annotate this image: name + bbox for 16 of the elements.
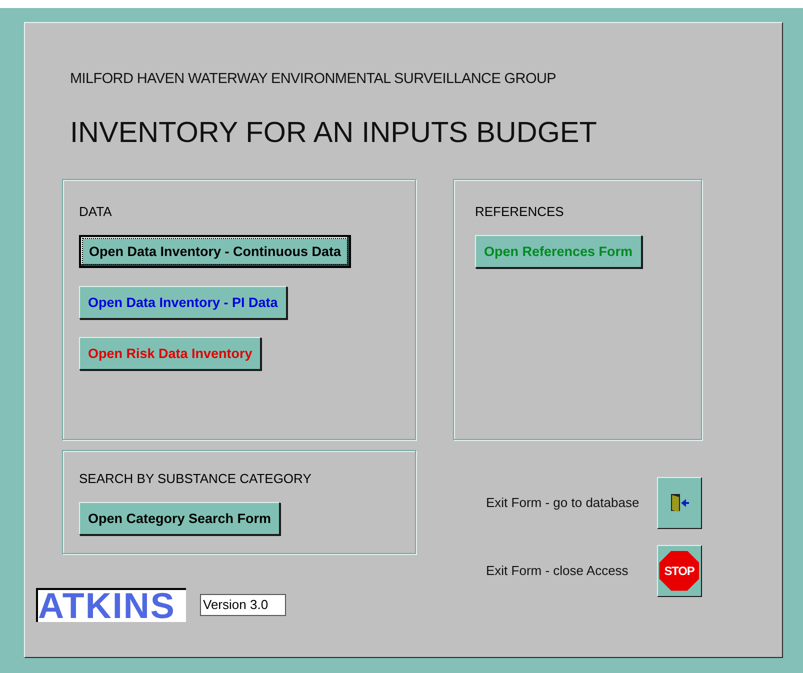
- exit-label: Exit Form - close Access: [486, 562, 630, 580]
- open-form-button[interactable]: Open Category Search Form: [79, 502, 280, 536]
- exit-label: Exit Form - go to database: [486, 494, 640, 512]
- exit-button[interactable]: [656, 476, 702, 529]
- organisation-name: MILFORD HAVEN WATERWAY ENVIRONMENTAL SURVEILLANCE GROUP: [70, 70, 557, 89]
- open-form-button[interactable]: Open Data Inventory - Continuous Data: [79, 235, 352, 268]
- section-heading: SEARCH BY SUBSTANCE CATEGORY: [79, 470, 312, 488]
- door-arrow-icon: [668, 492, 690, 514]
- exit-button[interactable]: STOP: [656, 544, 702, 597]
- company-logo: ATKINS: [36, 588, 186, 622]
- stop-sign-icon: STOP: [659, 550, 700, 591]
- version-field: Version 3.0: [200, 594, 286, 616]
- section-heading: DATA: [79, 202, 113, 221]
- form-title: INVENTORY FOR AN INPUTS BUDGET: [70, 116, 598, 151]
- section-heading: REFERENCES: [475, 202, 565, 221]
- open-form-button[interactable]: Open Data Inventory - PI Data: [79, 286, 287, 320]
